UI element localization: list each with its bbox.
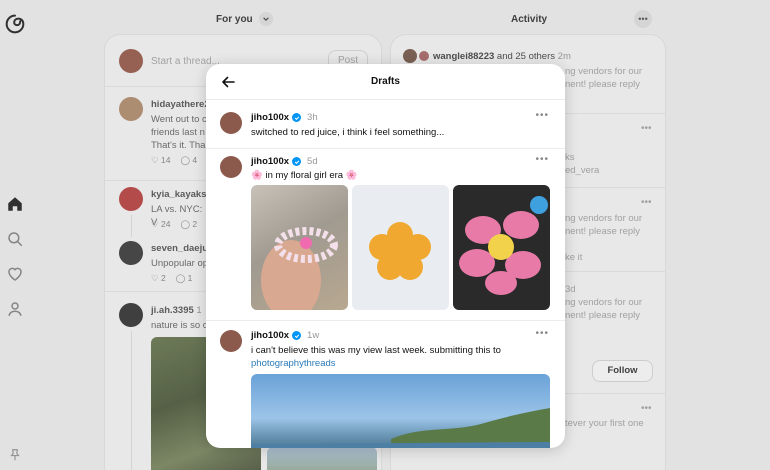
avatar <box>220 112 242 134</box>
modal-header: Drafts <box>206 64 565 100</box>
draft-username: jiho100x <box>251 112 290 123</box>
draft-item[interactable]: jiho100x 3h ••• switched to red juice, i… <box>206 108 565 148</box>
draft-text-line: i can't believe this was my view last we… <box>251 345 501 356</box>
draft-photo-ring[interactable] <box>251 185 348 310</box>
draft-photo-flower-balloon[interactable] <box>453 185 550 310</box>
more-icon[interactable]: ••• <box>535 328 549 339</box>
draft-item[interactable]: jiho100x 1w ••• i can't believe this was… <box>206 328 565 448</box>
more-icon[interactable]: ••• <box>535 154 549 165</box>
draft-username: jiho100x <box>251 330 290 341</box>
draft-user[interactable]: jiho100x 5d <box>251 156 318 167</box>
draft-photo-landscape[interactable] <box>251 374 550 448</box>
modal-title: Drafts <box>371 76 400 87</box>
draft-text: i can't believe this was my view last we… <box>251 344 501 370</box>
verified-badge-icon <box>292 157 302 166</box>
verified-badge-icon <box>292 113 302 122</box>
draft-time: 1w <box>307 330 320 341</box>
verified-badge-icon <box>292 331 302 340</box>
draft-text: 🌸 in my floral girl era 🌸 <box>251 170 358 181</box>
divider <box>206 320 565 321</box>
draft-user[interactable]: jiho100x 3h <box>251 112 318 123</box>
draft-username: jiho100x <box>251 156 290 167</box>
draft-text: switched to red juice, i think i feel so… <box>251 127 445 138</box>
draft-item[interactable]: jiho100x 5d ••• 🌸 in my floral girl era … <box>206 154 565 320</box>
draft-time: 3h <box>307 112 318 123</box>
divider <box>206 148 565 149</box>
avatar <box>220 156 242 178</box>
draft-photo-flower-candy[interactable] <box>352 185 449 310</box>
draft-link[interactable]: photographythreads <box>251 357 501 370</box>
more-icon[interactable]: ••• <box>535 110 549 121</box>
draft-user[interactable]: jiho100x 1w <box>251 330 319 341</box>
draft-time: 5d <box>307 156 318 167</box>
drafts-modal: Drafts jiho100x 3h ••• switched to red j… <box>206 64 565 448</box>
avatar <box>220 330 242 352</box>
